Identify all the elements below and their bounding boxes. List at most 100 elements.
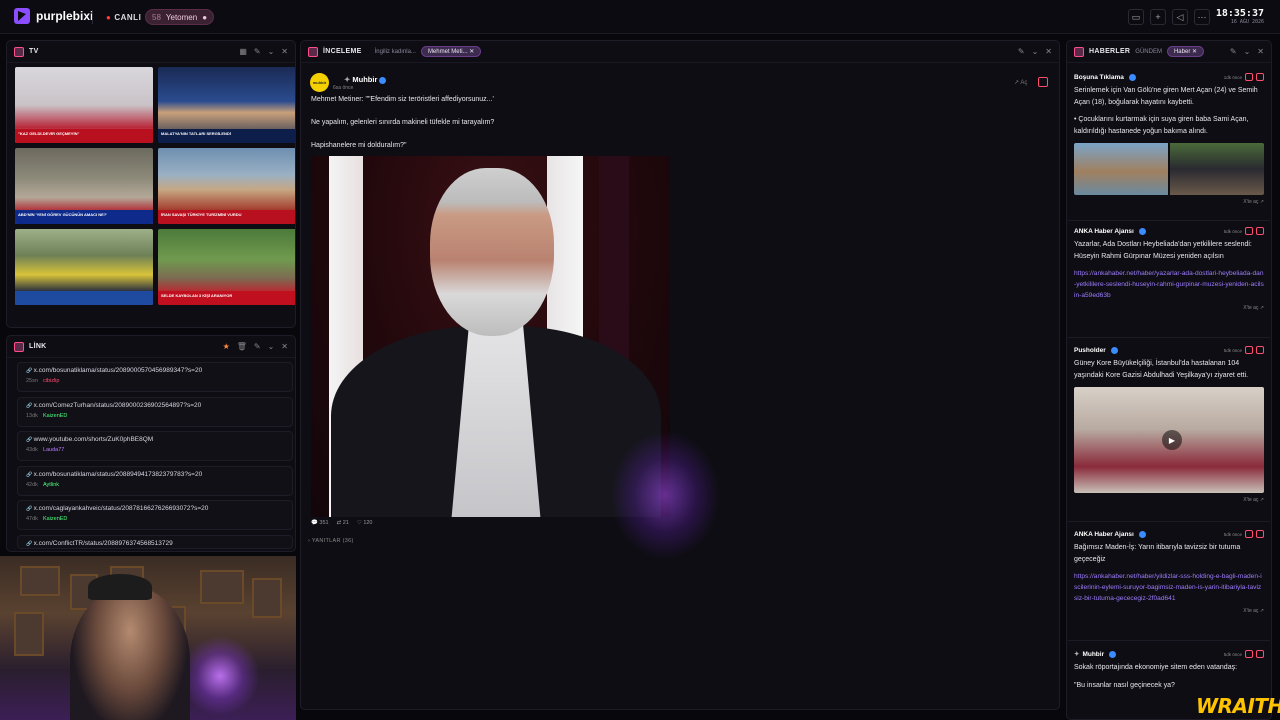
star-icon[interactable]: ★ — [223, 342, 230, 351]
link-item[interactable]: www.youtube.com/shorts/ZuK0phBE8QM 43dk L… — [17, 431, 293, 461]
tv-tile[interactable]: İRAN SAVAŞI TÜRKİYE TURİZMİNİ VURDU — [158, 148, 295, 224]
active-user-pill[interactable]: 58 Yetomen ● — [145, 9, 215, 25]
close-icon[interactable]: ✕ — [1045, 47, 1052, 56]
haber-chip[interactable]: Haber ✕ — [1166, 46, 1205, 57]
news-author[interactable]: Muhbir — [1082, 651, 1104, 658]
chevron-down-icon[interactable]: ⌄ — [1032, 47, 1039, 56]
bookmark-icon[interactable] — [1256, 73, 1264, 81]
plus-icon[interactable]: + — [1150, 9, 1166, 25]
edit-icon[interactable]: ✎ — [1018, 47, 1025, 56]
bookmark-icon[interactable] — [1038, 77, 1048, 87]
inceleme-icon — [308, 46, 318, 57]
news-text: Güney Kore Büyükelçiliği, İstanbul'da ha… — [1074, 360, 1249, 379]
news-author[interactable]: ANKA Haber Ajansı — [1074, 531, 1134, 538]
link-url[interactable]: x.com/ConflictTR/status/2088976374568513… — [26, 540, 284, 547]
wall-frame — [14, 612, 44, 656]
open-in-x-link[interactable]: X'te aç ↗ — [1074, 305, 1264, 311]
bookmark-icon[interactable] — [1256, 227, 1264, 235]
inceleme-tab[interactable]: İngiliz kadınla... — [375, 49, 416, 55]
close-icon[interactable]: ✕ — [281, 342, 288, 351]
post-avatar[interactable]: muhbir — [310, 73, 329, 92]
tv-ticker: "KAZ GELDİ-DEVİR GEÇMEYİN" — [15, 129, 153, 143]
live-dot-icon: ● — [106, 12, 112, 22]
news-author[interactable]: Pusholder — [1074, 347, 1106, 354]
gundem-tab[interactable]: GÜNDEM — [1135, 49, 1162, 55]
post-author[interactable]: ✦ Muhbir — [344, 75, 387, 84]
logo[interactable]: purplebixi — [14, 8, 93, 24]
link-url[interactable]: x.com/bosunatiklama/status/2089000570456… — [26, 367, 284, 374]
link-url[interactable]: x.com/bosunatiklama/status/2088949417382… — [26, 471, 284, 478]
tv-tile[interactable]: ABD'NİN 'YENİ GÖREV GÜCÜNÜN AMACI NE?' — [15, 148, 153, 224]
tv-tile[interactable]: MALATYA'NIN TATLARI SERGİLENDİ — [158, 67, 295, 143]
brand-watermark: WRAITH — [1196, 694, 1280, 718]
grid-icon[interactable]: ▦ — [239, 47, 247, 56]
bookmark-icon[interactable] — [1256, 346, 1264, 354]
news-link[interactable]: https://ankahaber.net/haber/yildizlar-ss… — [1074, 571, 1264, 604]
link-user[interactable]: Aytlink — [43, 482, 59, 488]
window-icon[interactable]: ▭ — [1128, 9, 1144, 25]
edit-icon[interactable]: ✎ — [254, 47, 261, 56]
news-card[interactable]: Boşuna Tıklama 1dk önce Serinlemek için V… — [1068, 71, 1270, 221]
edit-icon[interactable]: ✎ — [1230, 47, 1237, 56]
mute-icon[interactable] — [1245, 346, 1253, 354]
link-item[interactable]: x.com/ConflictTR/status/2088976374568513… — [17, 534, 293, 549]
chevron-down-icon[interactable]: ⌄ — [1244, 47, 1251, 56]
chip-close-icon[interactable]: ✕ — [1192, 49, 1197, 55]
news-video[interactable]: ▶ — [1074, 387, 1264, 493]
tv-panel: TV ▦ ✎ ⌄ ✕ "KAZ GELDİ-DEVİR GEÇMEYİN" MA… — [6, 40, 296, 328]
chevron-down-icon[interactable]: ⌄ — [268, 47, 275, 56]
tv-grid: "KAZ GELDİ-DEVİR GEÇMEYİN" MALATYA'NIN T… — [15, 67, 295, 305]
tv-tile[interactable] — [15, 229, 153, 305]
news-text: Yazarlar, Ada Dostları Heybeliada'dan ye… — [1074, 241, 1252, 260]
verified-icon — [1138, 227, 1146, 235]
mute-icon[interactable] — [1245, 530, 1253, 538]
replies-toggle[interactable]: › YANITLAR (36) — [308, 538, 354, 544]
close-icon[interactable]: ✕ — [281, 47, 288, 56]
bookmark-icon[interactable] — [1256, 650, 1264, 658]
link-user[interactable]: KaizenED — [43, 413, 67, 419]
like-stat[interactable]: ♡ 120 — [357, 520, 373, 526]
link-user[interactable]: Lauda77 — [43, 447, 64, 453]
edit-icon[interactable]: ✎ — [254, 342, 261, 351]
news-link[interactable]: https://ankahaber.net/haber/yazarlar-ada… — [1074, 268, 1264, 301]
inceleme-chip[interactable]: Mehmet Meti... ✕ — [420, 46, 482, 57]
play-icon[interactable]: ▶ — [1162, 430, 1182, 450]
news-image[interactable] — [1074, 143, 1264, 195]
more-icon[interactable]: ⋯ — [1194, 9, 1210, 25]
volume-icon[interactable]: ◁ — [1172, 9, 1188, 25]
link-user[interactable]: cibizlip — [43, 378, 60, 384]
news-author[interactable]: ANKA Haber Ajansı — [1074, 228, 1134, 235]
chip-close-icon[interactable]: ✕ — [469, 49, 474, 55]
bookmark-icon[interactable] — [1256, 530, 1264, 538]
mute-icon[interactable] — [1245, 73, 1253, 81]
link-url[interactable]: www.youtube.com/shorts/ZuK0phBE8QM — [26, 436, 284, 443]
open-in-x-link[interactable]: X'te aç ↗ — [1074, 497, 1264, 503]
tv-ticker: MALATYA'NIN TATLARI SERGİLENDİ — [158, 129, 295, 143]
open-in-x-link[interactable]: X'te aç ↗ — [1074, 608, 1264, 614]
mute-icon[interactable] — [1245, 650, 1253, 658]
live-indicator[interactable]: ● CANLI — [100, 10, 147, 24]
reply-stat[interactable]: 💬 351 — [311, 520, 329, 526]
retweet-stat[interactable]: ⇄ 21 — [337, 520, 349, 526]
close-icon[interactable]: ✕ — [1257, 47, 1264, 56]
news-card[interactable]: Pusholder 5dk önce Güney Kore Büyükelçili… — [1068, 344, 1270, 522]
chevron-down-icon[interactable]: ⌄ — [268, 342, 275, 351]
news-card[interactable]: ANKA Haber Ajansı 5dk önce Bağımsız Maden… — [1068, 528, 1270, 641]
tv-tile[interactable]: SELDE KAYBOLAN 3 KİŞİ ARANIYOR — [158, 229, 295, 305]
news-author[interactable]: Boşuna Tıklama — [1074, 74, 1124, 81]
tv-tile[interactable]: "KAZ GELDİ-DEVİR GEÇMEYİN" — [15, 67, 153, 143]
link-item[interactable]: x.com/ComezTurhan/status/208900023690256… — [17, 396, 293, 427]
open-in-x-link[interactable]: X'te aç ↗ — [1074, 199, 1264, 205]
link-item[interactable]: x.com/bosunatiklama/status/2088949417382… — [17, 465, 293, 496]
trash-icon[interactable]: 🗑 — [237, 342, 247, 351]
link-item[interactable]: x.com/caglayankahveic/status/20878166276… — [17, 500, 293, 530]
post-open-link[interactable]: ↗ Aç — [1014, 79, 1027, 86]
link-url[interactable]: x.com/ComezTurhan/status/208900023690256… — [26, 402, 284, 409]
news-card[interactable]: ANKA Haber Ajansı 5dk önce Yazarlar, Ada … — [1068, 225, 1270, 338]
link-item[interactable]: x.com/bosunatiklama/status/2089000570456… — [17, 362, 293, 392]
chip-label: Mehmet Meti... — [427, 49, 468, 55]
link-user[interactable]: KaizenED — [43, 516, 67, 522]
mute-icon[interactable] — [1245, 227, 1253, 235]
link-url[interactable]: x.com/caglayankahveic/status/20878166276… — [26, 505, 284, 512]
top-bar: purplebixi ● CANLI 58 Yetomen ● ▭ + ◁ ⋯ … — [0, 0, 1280, 34]
